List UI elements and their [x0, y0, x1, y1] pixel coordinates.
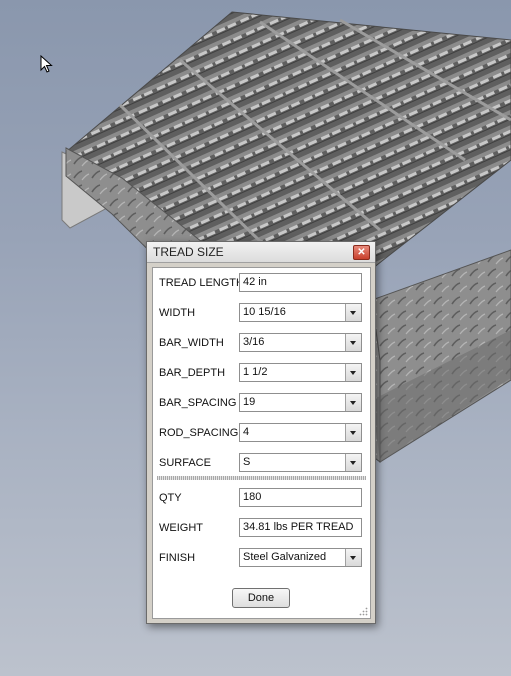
row-finish: FINISH Steel Galvanized [153, 548, 370, 570]
qty-input[interactable]: 180 [239, 488, 362, 507]
weight-value: 34.81 lbs PER TREAD [243, 521, 354, 533]
qty-value: 180 [243, 491, 262, 503]
finish-dropdown[interactable]: Steel Galvanized [239, 548, 362, 567]
weight-field[interactable]: 34.81 lbs PER TREAD [239, 518, 362, 537]
finish-value: Steel Galvanized [243, 551, 327, 563]
bar-depth-dropdown-button[interactable] [345, 364, 361, 381]
rod-spacing-value: 4 [243, 426, 250, 438]
bar-spacing-label: BAR_SPACING [159, 397, 237, 409]
chevron-down-icon [350, 431, 356, 435]
bar-depth-dropdown[interactable]: 1 1/2 [239, 363, 362, 382]
bar-depth-label: BAR_DEPTH [159, 367, 226, 379]
row-width: WIDTH 10 15/16 [153, 303, 370, 325]
finish-label: FINISH [159, 552, 196, 564]
surface-dropdown-button[interactable] [345, 454, 361, 471]
bar-spacing-dropdown-button[interactable] [345, 394, 361, 411]
surface-label: SURFACE [159, 457, 211, 469]
row-surface: SURFACE S [153, 453, 370, 475]
dialog-titlebar[interactable]: TREAD SIZE ✕ [147, 242, 375, 263]
row-qty: QTY 180 [153, 488, 370, 510]
rod-spacing-dropdown[interactable]: 4 [239, 423, 362, 442]
finish-dropdown-button[interactable] [345, 549, 361, 566]
section-separator [157, 476, 366, 480]
bar-width-label: BAR_WIDTH [159, 337, 224, 349]
bar-width-dropdown-button[interactable] [345, 334, 361, 351]
width-dropdown-button[interactable] [345, 304, 361, 321]
chevron-down-icon [350, 401, 356, 405]
width-dropdown[interactable]: 10 15/16 [239, 303, 362, 322]
mouse-cursor-icon [40, 55, 53, 73]
bar-depth-value: 1 1/2 [243, 366, 268, 378]
close-button[interactable]: ✕ [353, 245, 370, 260]
qty-label: QTY [159, 492, 182, 504]
row-bar-width: BAR_WIDTH 3/16 [153, 333, 370, 355]
width-value: 10 15/16 [243, 306, 286, 318]
rod-spacing-dropdown-button[interactable] [345, 424, 361, 441]
row-bar-spacing: BAR_SPACING 19 [153, 393, 370, 415]
chevron-down-icon [350, 371, 356, 375]
surface-dropdown[interactable]: S [239, 453, 362, 472]
parameters-panel: TREAD LENGTH 42 in WIDTH 10 15/16 BAR_WI… [152, 267, 371, 619]
tread-length-input[interactable]: 42 in [239, 273, 362, 292]
dialog-title: TREAD SIZE [153, 245, 224, 259]
bar-spacing-dropdown[interactable]: 19 [239, 393, 362, 412]
width-label: WIDTH [159, 307, 196, 319]
bar-width-value: 3/16 [243, 336, 265, 348]
row-tread-length: TREAD LENGTH 42 in [153, 273, 370, 295]
chevron-down-icon [350, 461, 356, 465]
row-rod-spacing: ROD_SPACING 4 [153, 423, 370, 445]
tread-length-label: TREAD LENGTH [159, 277, 244, 289]
bar-spacing-value: 19 [243, 396, 256, 408]
done-button[interactable]: Done [232, 588, 290, 608]
chevron-down-icon [350, 341, 356, 345]
tread-size-dialog: TREAD SIZE ✕ TREAD LENGTH 42 in WIDTH 10… [146, 241, 376, 624]
tread-length-value: 42 in [243, 276, 267, 288]
surface-value: S [243, 456, 251, 468]
row-weight: WEIGHT 34.81 lbs PER TREAD [153, 518, 370, 540]
weight-label: WEIGHT [159, 522, 203, 534]
chevron-down-icon [350, 556, 356, 560]
close-icon: ✕ [357, 247, 366, 258]
bar-width-dropdown[interactable]: 3/16 [239, 333, 362, 352]
chevron-down-icon [350, 311, 356, 315]
row-bar-depth: BAR_DEPTH 1 1/2 [153, 363, 370, 385]
resize-grip-icon[interactable] [359, 607, 368, 616]
rod-spacing-label: ROD_SPACING [159, 427, 239, 439]
